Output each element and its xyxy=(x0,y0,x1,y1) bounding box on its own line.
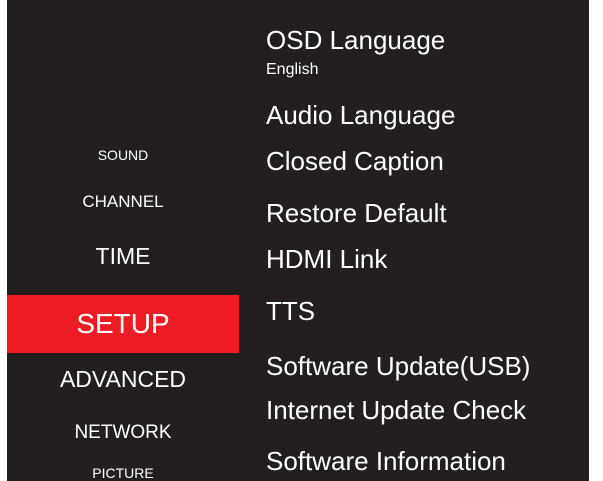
option-internet-update-check[interactable]: Internet Update Check xyxy=(266,397,526,423)
option-osd-language[interactable]: OSD Language xyxy=(266,27,445,53)
option-hdmi-link[interactable]: HDMI Link xyxy=(266,246,387,272)
option-audio-language[interactable]: Audio Language xyxy=(266,102,455,128)
menu-item-advanced[interactable]: ADVANCED xyxy=(7,368,239,391)
menu-item-time[interactable]: TIME xyxy=(7,245,239,268)
menu-item-setup[interactable]: SETUP xyxy=(7,295,239,353)
option-tts[interactable]: TTS xyxy=(266,298,315,324)
option-software-information[interactable]: Software Information xyxy=(266,448,506,474)
option-restore-default[interactable]: Restore Default xyxy=(266,200,447,226)
menu-item-setup-label: SETUP xyxy=(76,308,170,339)
option-software-update-usb[interactable]: Software Update(USB) xyxy=(266,353,530,379)
menu-item-channel[interactable]: CHANNEL xyxy=(7,193,239,210)
setup-options-list: OSD Language English Audio Language Clos… xyxy=(266,0,586,481)
menu-item-picture[interactable]: PICTURE xyxy=(7,466,239,480)
menu-item-sound[interactable]: SOUND xyxy=(7,148,239,162)
osd-menu-screen: SOUND CHANNEL TIME SETUP ADVANCED NETWOR… xyxy=(7,0,589,481)
osd-language-value: English xyxy=(266,61,319,78)
option-closed-caption[interactable]: Closed Caption xyxy=(266,148,444,174)
main-menu: SOUND CHANNEL TIME SETUP ADVANCED NETWOR… xyxy=(7,0,239,481)
menu-item-network[interactable]: NETWORK xyxy=(7,423,239,442)
